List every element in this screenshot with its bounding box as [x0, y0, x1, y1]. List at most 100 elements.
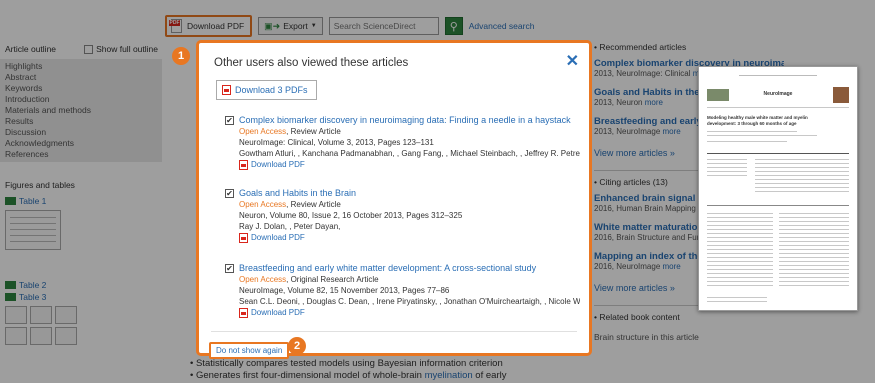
article-download-pdf-link[interactable]: Download PDF [239, 232, 580, 243]
preview-line [779, 233, 849, 234]
callout-marker-2: 2 [288, 337, 306, 355]
article-entry: ✔ Complex biomarker discovery in neuroim… [225, 115, 580, 170]
preview-line [779, 237, 849, 238]
article-title-link[interactable]: Complex biomarker discovery in neuroimag… [239, 115, 580, 126]
preview-line [779, 285, 849, 286]
article-type: , Review Article [286, 127, 341, 136]
preview-line [707, 131, 797, 132]
preview-line [707, 221, 773, 222]
preview-line [755, 179, 849, 180]
article-entry: ✔ Breastfeeding and early white matter d… [225, 263, 580, 318]
download-pdf-label: Download PDF [251, 308, 305, 317]
pdf-icon [239, 159, 248, 170]
preview-line [755, 171, 849, 172]
preview-line [779, 277, 849, 278]
preview-line [707, 171, 747, 172]
preview-line [707, 225, 773, 226]
pdf-icon [239, 307, 248, 318]
preview-line [707, 213, 773, 214]
preview-line [779, 217, 849, 218]
preview-line [707, 107, 849, 108]
callout-marker-1: 1 [172, 47, 190, 65]
article-entry: ✔ Goals and Habits in the Brain Open Acc… [225, 188, 580, 243]
journal-cover [833, 87, 849, 103]
article-download-pdf-link[interactable]: Download PDF [239, 307, 580, 318]
divider [211, 331, 577, 332]
preview-line [779, 249, 849, 250]
preview-line [739, 75, 817, 76]
preview-line [755, 163, 849, 164]
preview-line [707, 269, 773, 270]
preview-line [707, 167, 747, 168]
close-icon[interactable]: ✕ [566, 51, 579, 71]
article-type: , Original Research Article [286, 275, 379, 284]
also-viewed-modal: Other users also viewed these articles ✕… [196, 40, 592, 359]
preview-line [707, 297, 767, 298]
preview-line [779, 253, 849, 254]
preview-line [707, 135, 817, 136]
preview-line [707, 233, 773, 234]
open-access-badge: Open Access [239, 275, 287, 284]
preview-line [707, 273, 773, 274]
preview-line [707, 253, 773, 254]
preview-line [755, 187, 849, 188]
article-title-link[interactable]: Breastfeeding and early white matter dev… [239, 263, 580, 274]
preview-line [707, 159, 747, 160]
article-download-pdf-link[interactable]: Download PDF [239, 159, 580, 170]
download-pdf-label: Download PDF [251, 160, 305, 169]
preview-line [779, 225, 849, 226]
preview-line [707, 229, 773, 230]
article-authors: Ray J. Dolan, , Peter Dayan, [239, 222, 341, 231]
preview-line [707, 205, 849, 206]
preview-line [755, 191, 849, 192]
preview-line [779, 245, 849, 246]
preview-line [779, 229, 849, 230]
download-all-label: Download 3 PDFs [235, 85, 308, 95]
preview-line [779, 273, 849, 274]
article-checkbox[interactable]: ✔ [225, 116, 234, 125]
article-type: , Review Article [286, 200, 341, 209]
preview-line [779, 261, 849, 262]
preview-line [755, 159, 849, 160]
preview-line [707, 249, 773, 250]
pdf-icon [239, 232, 248, 243]
preview-line [779, 221, 849, 222]
article-checkbox[interactable]: ✔ [225, 264, 234, 273]
article-authors: Sean C.L. Deoni, , Douglas C. Dean, , Ir… [239, 297, 580, 306]
preview-line [707, 237, 773, 238]
preview-line [779, 257, 849, 258]
preview-line [707, 265, 773, 266]
article-source: NeuroImage, Volume 82, 15 November 2013,… [239, 286, 450, 295]
open-access-badge: Open Access [239, 127, 287, 136]
preview-line [755, 175, 849, 176]
pdf-icon [222, 85, 231, 95]
preview-line [707, 141, 787, 142]
article-authors: Gowtham Atluri, , Kanchana Padmanabhan, … [239, 149, 580, 158]
preview-line [707, 175, 747, 176]
preview-line [755, 183, 849, 184]
preview-line [707, 217, 773, 218]
preview-line [707, 261, 773, 262]
article-source: Neuron, Volume 80, Issue 2, 16 October 2… [239, 211, 463, 220]
paper-preview: NeuroImage Modeling healthy male white m… [698, 66, 858, 311]
download-all-pdfs-button[interactable]: Download 3 PDFs [216, 80, 317, 100]
preview-line [707, 163, 747, 164]
preview-line [707, 257, 773, 258]
preview-line [707, 153, 849, 154]
preview-line [779, 269, 849, 270]
preview-line [707, 245, 773, 246]
article-checkbox[interactable]: ✔ [225, 189, 234, 198]
preview-line [707, 281, 773, 282]
article-title-link[interactable]: Goals and Habits in the Brain [239, 188, 580, 199]
preview-line [707, 285, 773, 286]
preview-line [779, 265, 849, 266]
preview-line [755, 167, 849, 168]
modal-title: Other users also viewed these articles [214, 57, 409, 69]
preview-line [707, 241, 773, 242]
download-pdf-label: Download PDF [251, 233, 305, 242]
preview-line [779, 241, 849, 242]
open-access-badge: Open Access [239, 200, 287, 209]
do-not-show-again-link[interactable]: Do not show again [209, 342, 290, 359]
preview-title: Modeling healthy male white matter and m… [707, 115, 808, 126]
article-page: PDF Download PDF ▣➜ Export ▼ ⚲ Advanced … [0, 0, 875, 383]
